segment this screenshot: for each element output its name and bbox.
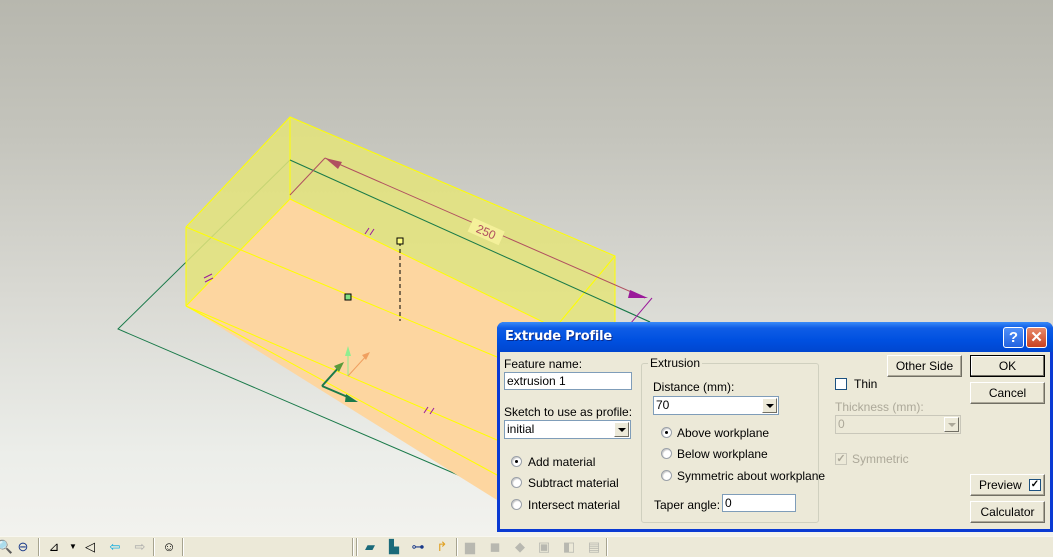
calculator-button[interactable]: Calculator — [970, 501, 1045, 523]
subtract-material-radio[interactable] — [511, 477, 522, 488]
thin-checkbox[interactable] — [835, 378, 847, 390]
dialog-title: Extrude Profile — [505, 329, 613, 344]
distance-select[interactable]: 70 — [653, 396, 779, 415]
distance-label: Distance (mm): — [653, 380, 735, 394]
fillet-icon: ◼ — [489, 539, 501, 554]
chevron-down-icon[interactable] — [614, 422, 629, 437]
other-side-button[interactable]: Other Side — [887, 355, 962, 377]
extrude-cut-icon[interactable]: ▙ — [385, 539, 403, 555]
above-workplane-label[interactable]: Above workplane — [677, 426, 769, 440]
revolve-icon[interactable]: ⊶ — [409, 539, 427, 555]
extrude-profile-dialog: Extrude Profile ? ✕ Feature name: extrus… — [497, 322, 1053, 532]
thickness-label: Thickness (mm): — [835, 400, 924, 414]
thin-label[interactable]: Thin — [854, 377, 877, 391]
chevron-down-icon — [944, 417, 959, 432]
zoom-window-icon[interactable]: 🔍 — [0, 539, 14, 555]
extrusion-group-title: Extrusion — [648, 356, 703, 370]
sketch-label: Sketch to use as profile: — [504, 405, 633, 419]
preview-checkbox[interactable]: ✓ — [1029, 479, 1041, 491]
sweep-icon[interactable]: ↱ — [433, 539, 451, 555]
taper-angle-label: Taper angle: — [654, 498, 721, 512]
bottom-toolbar: 🔍 ⊖ ⊿ ▼ ◁ ⇦ ⇨ ☺ ▰ ▙ ⊶ ↱ ▆ ◼ ◆ ▣ ◧ ▤ — [0, 536, 1053, 557]
below-workplane-radio[interactable] — [661, 448, 672, 459]
dialog-body: Feature name: extrusion 1 Sketch to use … — [500, 352, 1050, 529]
feature-name-input[interactable]: extrusion 1 — [504, 372, 632, 390]
dialog-titlebar[interactable]: Extrude Profile ? ✕ — [497, 322, 1053, 352]
preview-label: Preview — [979, 478, 1022, 492]
intersect-material-label[interactable]: Intersect material — [528, 498, 620, 512]
intersect-material-radio[interactable] — [511, 499, 522, 510]
hole-icon: ▆ — [465, 539, 475, 554]
sketch-value: initial — [507, 422, 535, 436]
chamfer-icon: ◆ — [515, 539, 525, 554]
view-angle-icon[interactable]: ◁ — [81, 539, 99, 555]
symmetric-workplane-label[interactable]: Symmetric about workplane — [677, 469, 825, 483]
extrusion-group: Extrusion Distance (mm): 70 Above workpl… — [641, 356, 825, 523]
draft-icon: ◧ — [562, 539, 576, 554]
dropdown-arrow-icon[interactable]: ▼ — [64, 539, 82, 555]
dimension-arrow-end — [628, 290, 648, 298]
subtract-material-label[interactable]: Subtract material — [528, 476, 619, 490]
sketch-select[interactable]: initial — [504, 420, 631, 439]
shell-icon: ▣ — [537, 539, 551, 554]
height-handle[interactable] — [396, 237, 404, 245]
center-handle[interactable] — [344, 293, 352, 301]
workplane-icon[interactable]: ⊿ — [45, 539, 63, 555]
symmetric-workplane-radio[interactable] — [661, 470, 672, 481]
help-button[interactable]: ? — [1003, 327, 1024, 348]
thickness-value: 0 — [838, 417, 845, 431]
extrude-icon[interactable]: ▰ — [361, 539, 379, 555]
cancel-button[interactable]: Cancel — [970, 382, 1045, 404]
ok-button[interactable]: OK — [970, 355, 1045, 377]
zoom-out-icon[interactable]: ⊖ — [14, 539, 32, 555]
add-material-radio[interactable] — [511, 456, 522, 467]
taper-angle-input[interactable]: 0 — [722, 494, 796, 512]
chevron-down-icon[interactable] — [762, 398, 777, 413]
below-workplane-label[interactable]: Below workplane — [677, 447, 768, 461]
pattern-icon: ▤ — [587, 539, 601, 554]
symmetric-checkbox: ✓ — [835, 453, 847, 465]
feature-name-label: Feature name: — [504, 357, 583, 371]
close-button[interactable]: ✕ — [1026, 327, 1047, 348]
add-material-label[interactable]: Add material — [528, 455, 595, 469]
above-workplane-radio[interactable] — [661, 427, 672, 438]
back-arrow-icon[interactable]: ⇦ — [106, 539, 124, 555]
distance-value: 70 — [656, 398, 670, 412]
forward-arrow-icon[interactable]: ⇨ — [131, 539, 149, 555]
thickness-select: 0 — [835, 415, 961, 434]
symmetric-label: Symmetric — [852, 452, 909, 466]
smiley-icon[interactable]: ☺ — [160, 539, 178, 555]
